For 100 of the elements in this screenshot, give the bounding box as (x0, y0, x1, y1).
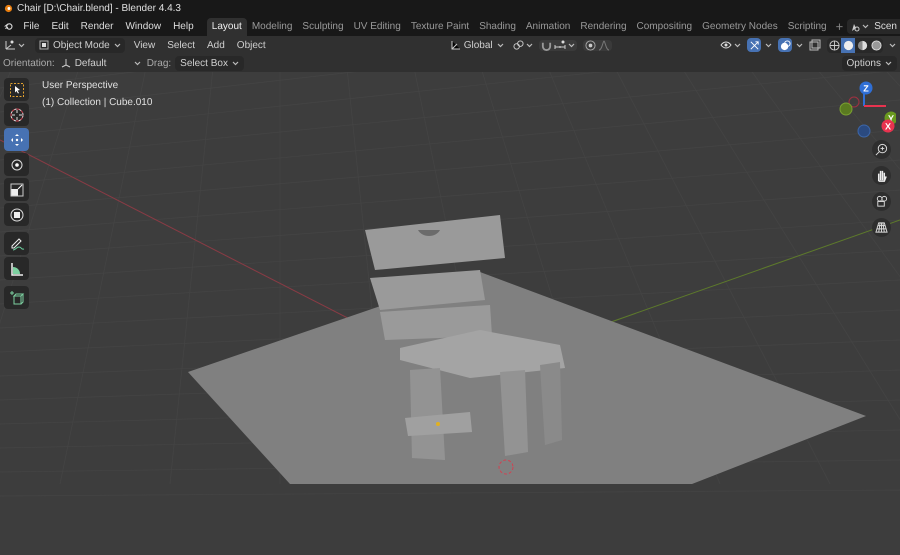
axes-icon (450, 40, 460, 50)
select-box-icon (8, 82, 24, 98)
window-title: Chair [D:\Chair.blend] - Blender 4.4.3 (17, 2, 181, 16)
menu-item[interactable]: File (17, 19, 46, 34)
orientation-dropdown[interactable]: Default (58, 56, 143, 70)
add-cube-icon (8, 290, 24, 306)
caret-icon (114, 42, 121, 48)
axis-ball[interactable]: X (882, 120, 894, 132)
shading-mode-button[interactable] (841, 38, 855, 52)
link-icon (512, 40, 524, 50)
shading-mode-button[interactable] (869, 38, 883, 52)
tool-button[interactable] (4, 128, 29, 151)
axes-icon (4, 39, 16, 51)
eye-icon (720, 40, 732, 50)
wireframe-sphere-icon (828, 40, 840, 50)
tool-button[interactable] (4, 103, 29, 126)
tool-button[interactable] (4, 257, 29, 280)
workspace-tab[interactable]: Animation (520, 18, 576, 36)
workspace-tab[interactable]: Texture Paint (406, 18, 474, 36)
pencil-icon (8, 236, 24, 252)
orientation-label: Orientation: (3, 56, 55, 70)
half-sphere-icon (856, 40, 868, 50)
ruler-angle-icon (8, 260, 24, 276)
perspective-button[interactable] (872, 218, 891, 237)
tool-button[interactable] (4, 203, 29, 226)
orientation-value: Default (74, 56, 108, 70)
orientation-dropdown[interactable]: Global (446, 38, 507, 52)
zoom-button[interactable] (872, 140, 891, 159)
options-label: Options (846, 56, 881, 70)
drag-dropdown[interactable]: Select Box (175, 56, 244, 70)
snap-button[interactable] (538, 40, 577, 50)
pivot-button[interactable] (512, 40, 533, 50)
pan-button[interactable] (872, 166, 891, 185)
workspace-tab[interactable]: Sculpting (297, 18, 349, 36)
menu-item[interactable]: Help (167, 19, 200, 34)
editor-type-button[interactable] (4, 39, 25, 51)
header-menu[interactable]: Object (234, 38, 269, 52)
falloff-curve-icon (598, 40, 610, 50)
axes-icon (60, 58, 71, 68)
proportional-edit-button[interactable] (582, 40, 612, 50)
scale-icon (8, 182, 24, 198)
tool-button[interactable] (4, 178, 29, 201)
drag-value: Select Box (180, 56, 228, 70)
visibility-button[interactable] (720, 40, 741, 50)
tool-button[interactable] (4, 232, 29, 255)
xray-icon[interactable] (809, 39, 821, 51)
workspace-tab[interactable]: Scripting (782, 18, 832, 36)
menu-item[interactable]: Edit (45, 19, 75, 34)
cube-outline-icon (39, 40, 49, 50)
drag-label: Drag: (146, 56, 172, 70)
shading-mode-button[interactable] (827, 38, 841, 52)
shaded-sphere-icon (870, 40, 882, 50)
orientation-label: Global (464, 38, 493, 52)
snap-increment-icon (554, 40, 566, 50)
caret-icon (889, 42, 896, 48)
add-workspace-button[interactable]: + (832, 16, 848, 36)
object-info: (1) Collection | Cube.010 (42, 96, 152, 110)
axis-ball[interactable]: Z (860, 82, 872, 94)
header-menu[interactable]: View (130, 38, 158, 52)
overlay-circles-icon (780, 40, 790, 50)
menu-item[interactable]: Window (119, 19, 168, 34)
options-dropdown[interactable]: Options (842, 56, 897, 70)
mode-dropdown[interactable]: Object Mode (35, 38, 125, 52)
tool-button[interactable] (4, 286, 29, 309)
caret-icon (232, 60, 239, 66)
menu-item[interactable]: Render (74, 19, 120, 34)
workspace-tab[interactable]: UV Editing (348, 18, 406, 36)
caret-icon (18, 42, 25, 48)
header-menu[interactable]: Add (204, 38, 228, 52)
target-icon (584, 40, 596, 50)
app-logo-icon (4, 21, 14, 32)
camera-button[interactable] (872, 192, 891, 211)
tool-button[interactable] (4, 153, 29, 176)
overlay-toggle-button[interactable] (778, 38, 803, 52)
arrows-icon (748, 40, 760, 50)
caret-icon (765, 42, 772, 48)
scene-selector[interactable]: Scen (847, 19, 900, 34)
caret-icon (526, 42, 533, 48)
tool-button[interactable] (4, 78, 29, 101)
crosshair-icon (8, 106, 24, 122)
grid-icon (875, 221, 888, 234)
caret-icon (885, 60, 892, 66)
header-menu[interactable]: Select (164, 38, 198, 52)
workspace-tab[interactable]: Compositing (632, 18, 698, 36)
caret-icon (862, 24, 870, 29)
workspace-tab[interactable]: Rendering (575, 18, 632, 36)
caret-icon (734, 42, 741, 48)
rotate-icon (8, 156, 24, 172)
view-name: User Perspective (42, 79, 120, 93)
workspace-tab[interactable]: Modeling (246, 18, 298, 36)
workspace-tab[interactable]: Geometry Nodes (697, 18, 783, 36)
solid-sphere-icon (842, 40, 854, 50)
caret-icon (568, 42, 575, 48)
workspace-tab[interactable]: Layout (206, 18, 247, 36)
workspace-tab[interactable]: Shading (474, 18, 521, 36)
zoom-icon (875, 143, 888, 156)
gizmo-toggle-button[interactable] (747, 38, 772, 52)
transform-icon (8, 206, 24, 222)
hand-icon (875, 169, 888, 182)
caret-icon (496, 42, 504, 48)
